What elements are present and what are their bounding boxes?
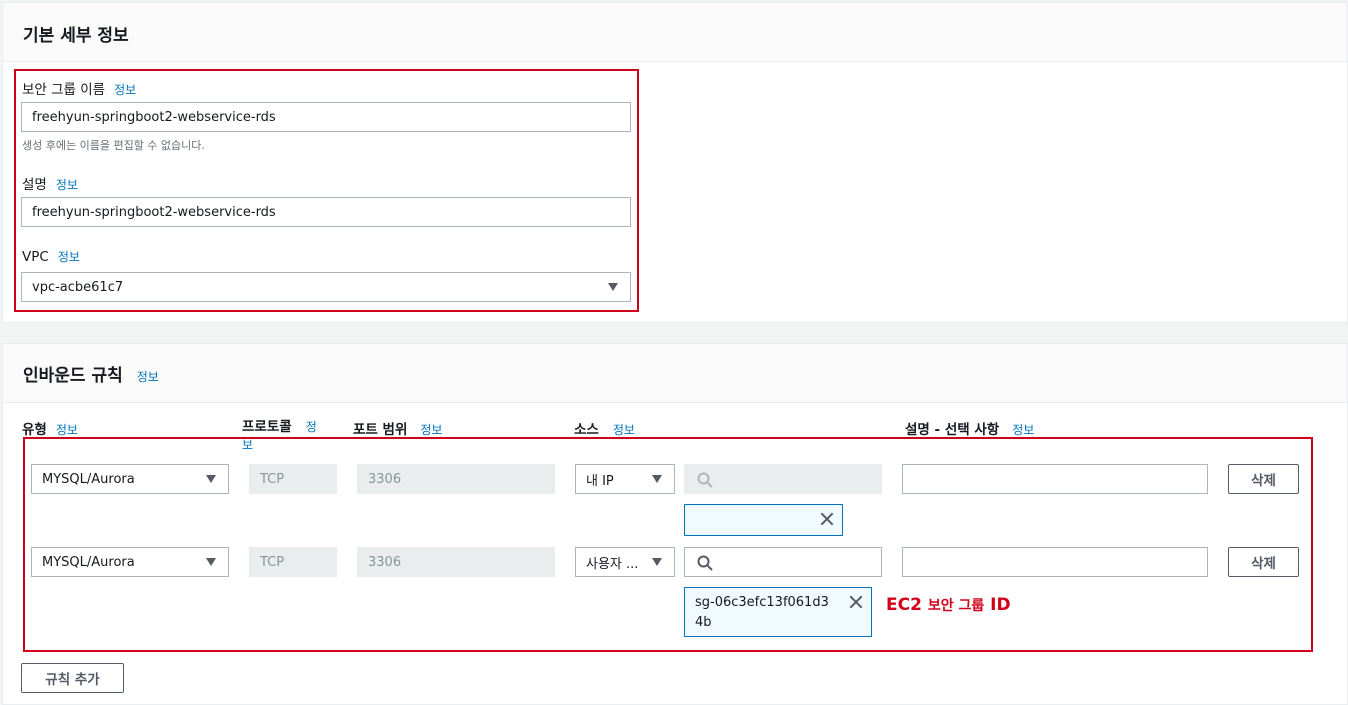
basic-details-header: 기본 세부 정보 bbox=[3, 3, 1347, 62]
rule1-source-select[interactable]: 내 IP bbox=[575, 464, 675, 494]
rule2-source-token: sg-06c3efc13f061d3 4b bbox=[684, 587, 872, 637]
source-info-link[interactable]: 정보 bbox=[613, 423, 635, 437]
chevron-down-icon bbox=[652, 558, 662, 566]
col-desc-header: 설명 - 선택 사항 정보 bbox=[905, 422, 1035, 438]
description-input[interactable]: freehyun-springboot2-webservice-rds bbox=[21, 197, 631, 227]
chevron-down-icon bbox=[652, 475, 662, 483]
rule1-port: 3306 bbox=[357, 464, 555, 494]
description-label: 설명 정보 bbox=[22, 177, 78, 193]
col-port-header: 포트 범위 정보 bbox=[353, 422, 443, 438]
col-type-header: 유형 정보 bbox=[22, 422, 78, 438]
chevron-down-icon bbox=[206, 558, 216, 566]
search-icon bbox=[697, 472, 713, 488]
rule1-source-token bbox=[684, 504, 843, 536]
inbound-rules-title: 인바운드 규칙 정보 bbox=[23, 366, 159, 386]
vpc-select[interactable]: vpc-acbe61c7 bbox=[21, 272, 631, 302]
chevron-down-icon bbox=[608, 283, 618, 291]
rule2-port: 3306 bbox=[357, 547, 555, 577]
close-icon[interactable] bbox=[849, 595, 863, 609]
rule2-protocol: TCP bbox=[249, 547, 337, 577]
search-icon bbox=[697, 555, 713, 571]
close-icon[interactable] bbox=[820, 512, 834, 526]
sg-name-label: 보안 그룹 이름 정보 bbox=[22, 82, 137, 98]
col-source-header: 소스 정보 bbox=[574, 422, 635, 438]
chevron-down-icon bbox=[206, 475, 216, 483]
sg-name-input[interactable]: freehyun-springboot2-webservice-rds bbox=[21, 102, 631, 132]
rule2-desc-input[interactable] bbox=[902, 547, 1208, 577]
ec2-sg-id-annotation: EC2 보안 그룹 ID bbox=[886, 595, 1011, 615]
port-info-link[interactable]: 정보 bbox=[420, 423, 442, 437]
rule2-source-search[interactable] bbox=[684, 547, 882, 577]
inbound-info-link[interactable]: 정보 bbox=[137, 370, 159, 384]
rule1-source-search bbox=[684, 464, 882, 494]
rule1-protocol: TCP bbox=[249, 464, 337, 494]
vpc-info-link[interactable]: 정보 bbox=[58, 250, 80, 264]
basic-details-title: 기본 세부 정보 bbox=[23, 26, 129, 46]
inbound-rules-header: 인바운드 규칙 정보 bbox=[3, 344, 1347, 403]
rule2-delete-button[interactable]: 삭제 bbox=[1228, 547, 1299, 577]
desc-info-link[interactable]: 정보 bbox=[1012, 423, 1034, 437]
protocol-info-link[interactable]: 정 bbox=[306, 420, 317, 434]
rule2-source-select[interactable]: 사용자 ... bbox=[575, 547, 675, 577]
rule2-type-select[interactable]: MYSQL/Aurora bbox=[31, 547, 229, 577]
vpc-label: VPC 정보 bbox=[22, 249, 80, 265]
description-info-link[interactable]: 정보 bbox=[56, 178, 78, 192]
sg-name-info-link[interactable]: 정보 bbox=[114, 83, 136, 97]
add-rule-button[interactable]: 규칙 추가 bbox=[21, 663, 124, 693]
sg-name-hint: 생성 후에는 이름을 편집할 수 없습니다. bbox=[22, 139, 205, 152]
rule1-type-select[interactable]: MYSQL/Aurora bbox=[31, 464, 229, 494]
rule1-delete-button[interactable]: 삭제 bbox=[1228, 464, 1299, 494]
type-info-link[interactable]: 정보 bbox=[56, 423, 78, 437]
rule1-desc-input[interactable] bbox=[902, 464, 1208, 494]
